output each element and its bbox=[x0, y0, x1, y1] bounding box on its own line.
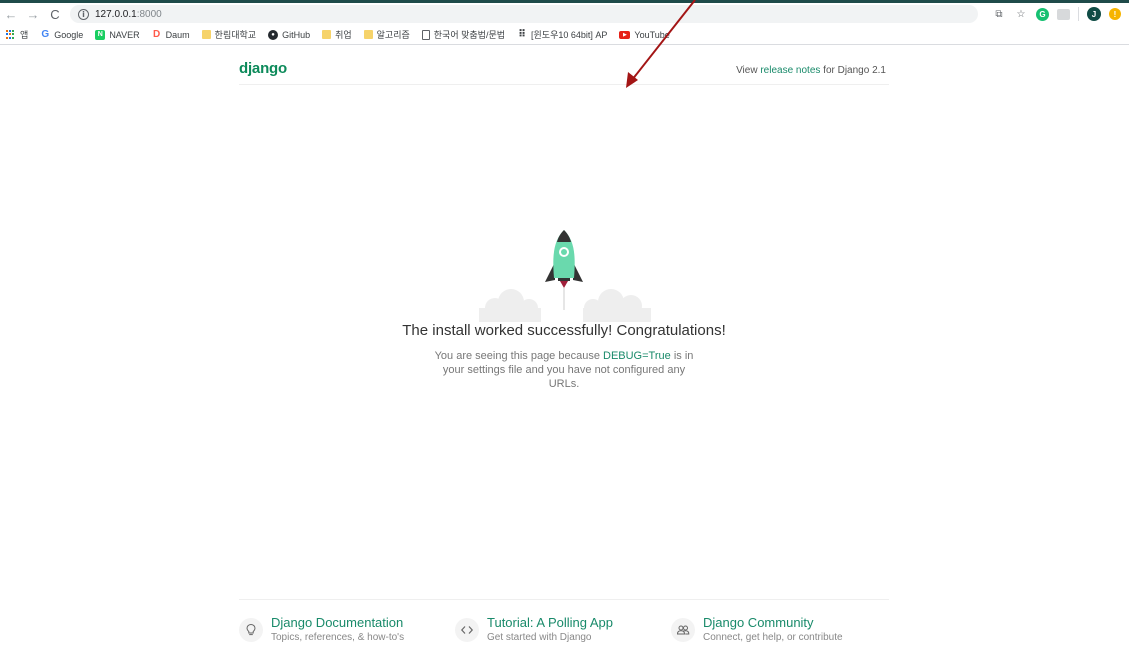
django-logo[interactable]: django bbox=[239, 60, 287, 77]
tutorial-subtitle: Get started with Django bbox=[487, 632, 592, 643]
release-notes-link[interactable]: release notes bbox=[760, 65, 820, 76]
bookmark-label: NAVER bbox=[109, 29, 140, 40]
t-icon: ⠿ bbox=[518, 29, 526, 40]
rocket-flame bbox=[560, 281, 568, 288]
bookmark-hallym[interactable]: 한림대학교 bbox=[201, 28, 257, 41]
community-link[interactable]: Django Community bbox=[703, 615, 843, 631]
bookmark-label: GitHub bbox=[282, 29, 311, 40]
tutorial-card[interactable]: Tutorial: A Polling App Get started with… bbox=[455, 615, 613, 645]
toolbar-right: ⧉ ☆ G J ! bbox=[992, 5, 1121, 23]
docs-card[interactable]: Django Documentation Topics, references,… bbox=[239, 615, 404, 645]
community-card[interactable]: Django Community Connect, get help, or c… bbox=[671, 615, 843, 645]
daum-icon: D bbox=[153, 29, 161, 40]
debug-setting: DEBUG=True bbox=[603, 350, 671, 362]
rocket-svg bbox=[479, 230, 651, 322]
lightbulb-icon bbox=[239, 618, 263, 642]
cloud-left bbox=[479, 289, 541, 322]
bookmark-google[interactable]: G Google bbox=[40, 29, 84, 40]
google-icon: G bbox=[41, 29, 50, 40]
toolbar-divider bbox=[1078, 7, 1079, 21]
bookmark-label: 취업 bbox=[335, 30, 352, 40]
cloud-right bbox=[583, 289, 651, 322]
folder-icon bbox=[322, 30, 332, 39]
extension-icon[interactable] bbox=[1057, 8, 1070, 20]
forward-icon[interactable]: → bbox=[22, 3, 44, 25]
bookmarks-bar: 앱 G Google N NAVER D Daum 한림대학교 ● GitHub… bbox=[0, 25, 1129, 45]
desc-part1: You are seeing this page because bbox=[434, 350, 603, 362]
bookmark-label: 한림대학교 bbox=[214, 30, 257, 40]
bookmark-daum[interactable]: D Daum bbox=[152, 29, 190, 40]
folder-icon bbox=[363, 30, 373, 39]
bookmark-windows[interactable]: ⠿ [윈도우10 64bit] AP bbox=[517, 28, 607, 41]
browser-toolbar: ← → C i 127.0.0.1:8000 ⧉ ☆ G J ! bbox=[0, 3, 1129, 25]
bookmark-star-icon[interactable]: ☆ bbox=[1014, 7, 1028, 21]
bookmark-label: [윈도우10 64bit] AP bbox=[531, 30, 608, 40]
bookmark-label: YouTube bbox=[634, 29, 670, 40]
github-icon: ● bbox=[268, 29, 279, 40]
bookmark-github[interactable]: ● GitHub bbox=[268, 29, 311, 40]
page-description: You are seeing this page because DEBUG=T… bbox=[434, 349, 694, 391]
bookmark-algorithm[interactable]: 알고리즘 bbox=[363, 28, 410, 41]
bookmark-label: 알고리즘 bbox=[376, 30, 410, 40]
bookmark-youtube[interactable]: ▶ YouTube bbox=[619, 29, 670, 40]
people-icon bbox=[671, 618, 695, 642]
community-subtitle: Connect, get help, or contribute bbox=[703, 632, 843, 643]
translate-icon[interactable]: ⧉ bbox=[992, 7, 1006, 21]
django-welcome-page: django View release notes for Django 2.1 bbox=[239, 46, 889, 660]
code-icon bbox=[455, 618, 479, 642]
release-prefix: View bbox=[736, 65, 761, 76]
url-text[interactable]: 127.0.0.1:8000 bbox=[95, 9, 162, 20]
url-port: :8000 bbox=[136, 8, 162, 20]
grammarly-extension-icon[interactable]: G bbox=[1036, 7, 1049, 21]
docs-link[interactable]: Django Documentation bbox=[271, 615, 404, 631]
reload-icon[interactable]: C bbox=[44, 3, 66, 25]
bookmark-label: Google bbox=[54, 29, 84, 40]
bookmark-spellcheck[interactable]: 한국어 맞춤법/문법 bbox=[421, 28, 506, 41]
docs-subtitle: Topics, references, & how-to's bbox=[271, 632, 405, 643]
page-title: The install worked successfully! Congrat… bbox=[402, 322, 726, 339]
bookmark-jobs[interactable]: 취업 bbox=[322, 28, 352, 41]
release-suffix: for Django 2.1 bbox=[820, 65, 886, 76]
profile-avatar[interactable]: J bbox=[1087, 7, 1101, 21]
bookmark-label: 한국어 맞춤법/문법 bbox=[433, 30, 506, 40]
address-bar[interactable]: i 127.0.0.1:8000 bbox=[70, 5, 978, 23]
release-notes-text: View release notes for Django 2.1 bbox=[736, 65, 886, 76]
back-icon[interactable]: ← bbox=[0, 3, 22, 25]
bookmark-naver[interactable]: N NAVER bbox=[95, 29, 140, 40]
tutorial-link[interactable]: Tutorial: A Polling App bbox=[487, 615, 613, 631]
page-icon bbox=[421, 29, 430, 40]
naver-icon: N bbox=[95, 29, 106, 40]
page-header: django View release notes for Django 2.1 bbox=[239, 46, 889, 85]
folder-icon bbox=[201, 30, 211, 39]
bookmark-apps[interactable]: 앱 bbox=[6, 28, 28, 41]
info-icon[interactable]: i bbox=[78, 8, 89, 20]
bookmark-label: 앱 bbox=[20, 30, 29, 40]
rocket-illustration bbox=[475, 224, 655, 324]
apps-icon bbox=[6, 29, 16, 40]
page-footer: Django Documentation Topics, references,… bbox=[239, 599, 889, 660]
youtube-icon: ▶ bbox=[619, 30, 631, 39]
update-alert-icon[interactable]: ! bbox=[1109, 8, 1121, 20]
url-host: 127.0.0.1 bbox=[95, 8, 137, 20]
bookmark-label: Daum bbox=[165, 29, 190, 40]
